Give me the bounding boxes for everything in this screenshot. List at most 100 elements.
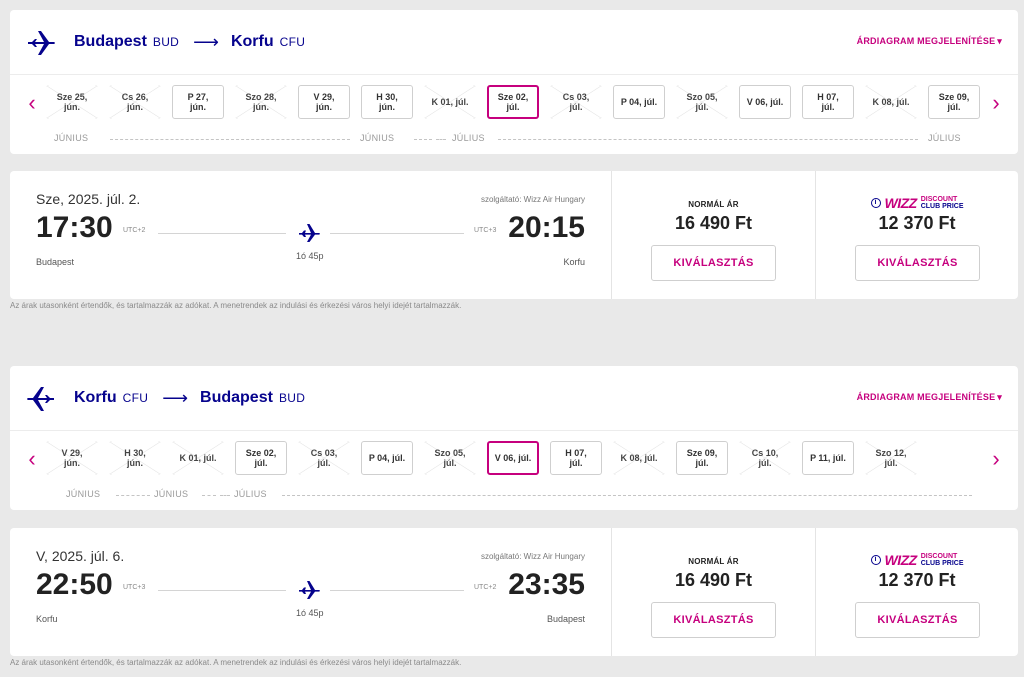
date-option[interactable]: H 07, júl. bbox=[802, 85, 854, 119]
arrival-utc: UTC+2 bbox=[474, 584, 497, 591]
date-option[interactable]: Sze 09, júl. bbox=[676, 441, 728, 475]
date-option-label: Cs 03, júl. bbox=[310, 448, 338, 468]
departure-city: Budapest bbox=[36, 257, 75, 267]
route-line bbox=[330, 233, 464, 234]
outbound-route-card: Budapest BUD ⟶ Korfu CFU ÁRDIAGRAM MEGJE… bbox=[10, 10, 1018, 154]
date-option[interactable]: Szo 05, júl. bbox=[676, 85, 728, 119]
select-club-fare-button[interactable]: KIVÁLASZTÁS bbox=[855, 245, 980, 281]
date-option[interactable]: V 29, jún. bbox=[46, 441, 98, 475]
date-option[interactable]: Sze 09, júl. bbox=[928, 85, 980, 119]
club-fare: i WIZZ DISCOUNT CLUB PRICE 12 370 Ft KIVÁ… bbox=[815, 528, 1018, 656]
discount-club-badge: i WIZZ DISCOUNT CLUB PRICE bbox=[816, 195, 1018, 211]
origin-code: BUD bbox=[152, 35, 180, 49]
outbound-flight-info: Sze, 2025. júl. 2. szolgáltató: Wizz Air… bbox=[10, 171, 612, 299]
date-option[interactable]: P 04, júl. bbox=[613, 85, 665, 119]
show-price-chart-link[interactable]: ÁRDIAGRAM MEGJELENÍTÉSE ▾ bbox=[855, 36, 1002, 47]
prev-dates-chevron-icon[interactable]: ‹ bbox=[22, 445, 42, 475]
date-option-label: K 08, júl. bbox=[620, 453, 658, 463]
date-option-label: Cs 26, jún. bbox=[121, 92, 149, 112]
departure-time: 17:30 bbox=[36, 211, 113, 244]
date-option-label: Sze 02, júl. bbox=[497, 92, 529, 112]
date-option[interactable]: Szo 05, júl. bbox=[424, 441, 476, 475]
date-option[interactable]: K 08, júl. bbox=[865, 85, 917, 119]
normal-fare: NORMÁL ÁR 16 490 Ft KIVÁLASZTÁS bbox=[612, 171, 815, 299]
departure-time: 22:50 bbox=[36, 568, 113, 601]
info-icon[interactable]: i bbox=[870, 555, 881, 565]
club-fare-price: 12 370 Ft bbox=[878, 213, 956, 233]
date-option[interactable]: Cs 10, júl. bbox=[739, 441, 791, 475]
select-club-fare-button[interactable]: KIVÁLASZTÁS bbox=[855, 602, 980, 638]
date-option-label: V 06, júl. bbox=[746, 97, 784, 107]
club-line1: DISCOUNT bbox=[920, 553, 958, 560]
date-option-label: Szo 12, júl. bbox=[875, 448, 907, 468]
date-option[interactable]: P 11, júl. bbox=[802, 441, 854, 475]
origin-city: Budapest bbox=[74, 33, 147, 50]
date-option-label: K 01, júl. bbox=[179, 453, 217, 463]
date-option-label: H 07, júl. bbox=[565, 448, 587, 468]
next-dates-chevron-icon[interactable]: › bbox=[986, 445, 1006, 475]
inbound-flight-info: V, 2025. júl. 6. szolgáltató: Wizz Air H… bbox=[10, 528, 612, 656]
destination-code: BUD bbox=[278, 391, 306, 405]
date-option[interactable]: K 08, júl. bbox=[613, 441, 665, 475]
date-option[interactable]: Szo 28, jún. bbox=[235, 85, 287, 119]
select-normal-fare-button[interactable]: KIVÁLASZTÁS bbox=[651, 245, 776, 281]
prev-dates-chevron-icon[interactable]: ‹ bbox=[22, 89, 42, 119]
arrival-time: 23:35 bbox=[508, 568, 585, 601]
flight-duration: 1ó 45p bbox=[296, 608, 324, 618]
date-option[interactable]: V 29, jún. bbox=[298, 85, 350, 119]
date-option[interactable]: H 07, júl. bbox=[550, 441, 602, 475]
date-option[interactable]: V 06, júl. bbox=[487, 441, 539, 475]
date-option-label: V 29, jún. bbox=[61, 448, 83, 468]
airplane-icon bbox=[28, 31, 55, 55]
month-label: JÚNIUS bbox=[54, 133, 89, 143]
date-option-label: H 30, jún. bbox=[124, 448, 146, 468]
info-icon[interactable]: i bbox=[870, 198, 881, 208]
date-option[interactable]: Sze 02, júl. bbox=[235, 441, 287, 475]
date-option-label: Sze 09, júl. bbox=[938, 92, 970, 112]
inbound-date-strip: ‹ V 29, jún. H 30, jún. K 01, júl. Sze 02, júl… bbox=[10, 430, 1018, 510]
select-normal-fare-button[interactable]: KIVÁLASZTÁS bbox=[651, 602, 776, 638]
route-line bbox=[158, 233, 286, 234]
date-option[interactable]: P 04, júl. bbox=[361, 441, 413, 475]
date-option[interactable]: V 06, júl. bbox=[739, 85, 791, 119]
date-option[interactable]: Cs 26, jún. bbox=[109, 85, 161, 119]
date-option[interactable]: H 30, jún. bbox=[361, 85, 413, 119]
date-option[interactable]: K 01, júl. bbox=[424, 85, 476, 119]
caret-down-icon: ▾ bbox=[997, 36, 1002, 46]
normal-fare-label: NORMÁL ÁR bbox=[688, 557, 739, 566]
date-option[interactable]: Cs 03, júl. bbox=[550, 85, 602, 119]
normal-fare-label: NORMÁL ÁR bbox=[688, 200, 739, 209]
outbound-month-line: JÚNIUS JÚNIUS JÚLIUS JÚLIUS bbox=[54, 133, 974, 145]
date-option-label: Sze 09, júl. bbox=[686, 448, 718, 468]
date-option[interactable]: H 30, jún. bbox=[109, 441, 161, 475]
date-option[interactable]: Cs 03, júl. bbox=[298, 441, 350, 475]
date-option-label: P 27, jún. bbox=[187, 92, 209, 112]
outbound-flight-card: Sze, 2025. júl. 2. szolgáltató: Wizz Air… bbox=[10, 171, 1018, 299]
date-option[interactable]: P 27, jún. bbox=[172, 85, 224, 119]
next-dates-chevron-icon[interactable]: › bbox=[986, 89, 1006, 119]
operator-label: szolgáltató: Wizz Air Hungary bbox=[480, 195, 585, 204]
date-option[interactable]: Sze 02, júl. bbox=[487, 85, 539, 119]
airplane-icon bbox=[299, 224, 320, 242]
route-line bbox=[330, 590, 464, 591]
date-option-label: K 01, júl. bbox=[431, 97, 469, 107]
date-option-label: H 07, júl. bbox=[817, 92, 839, 112]
date-option-label: P 04, júl. bbox=[368, 453, 406, 463]
outbound-date-strip: ‹ Sze 25, jún. Cs 26, jún. P 27, jún. Szo 28, j… bbox=[10, 74, 1018, 154]
show-price-chart-label: ÁRDIAGRAM MEGJELENÍTÉSE bbox=[856, 392, 996, 402]
wizz-logo: WIZZ bbox=[884, 552, 918, 568]
date-option-label: Sze 02, júl. bbox=[245, 448, 277, 468]
date-option[interactable]: K 01, júl. bbox=[172, 441, 224, 475]
normal-fare-price: 16 490 Ft bbox=[674, 213, 753, 233]
caret-down-icon: ▾ bbox=[997, 392, 1002, 402]
date-option-label: Cs 10, júl. bbox=[751, 448, 779, 468]
show-price-chart-link[interactable]: ÁRDIAGRAM MEGJELENÍTÉSE ▾ bbox=[855, 392, 1002, 403]
show-price-chart-label: ÁRDIAGRAM MEGJELENÍTÉSE bbox=[856, 36, 996, 46]
date-option-label: Sze 25, jún. bbox=[56, 92, 88, 112]
date-option[interactable]: Sze 25, jún. bbox=[46, 85, 98, 119]
date-option-label: V 29, jún. bbox=[313, 92, 335, 112]
date-option[interactable]: Szo 12, júl. bbox=[865, 441, 917, 475]
date-option-label: K 08, júl. bbox=[872, 97, 910, 107]
airplane-icon bbox=[299, 581, 320, 599]
inbound-route-card: Korfu CFU ⟶ Budapest BUD ÁRDIAGRAM MEGJE… bbox=[10, 366, 1018, 510]
